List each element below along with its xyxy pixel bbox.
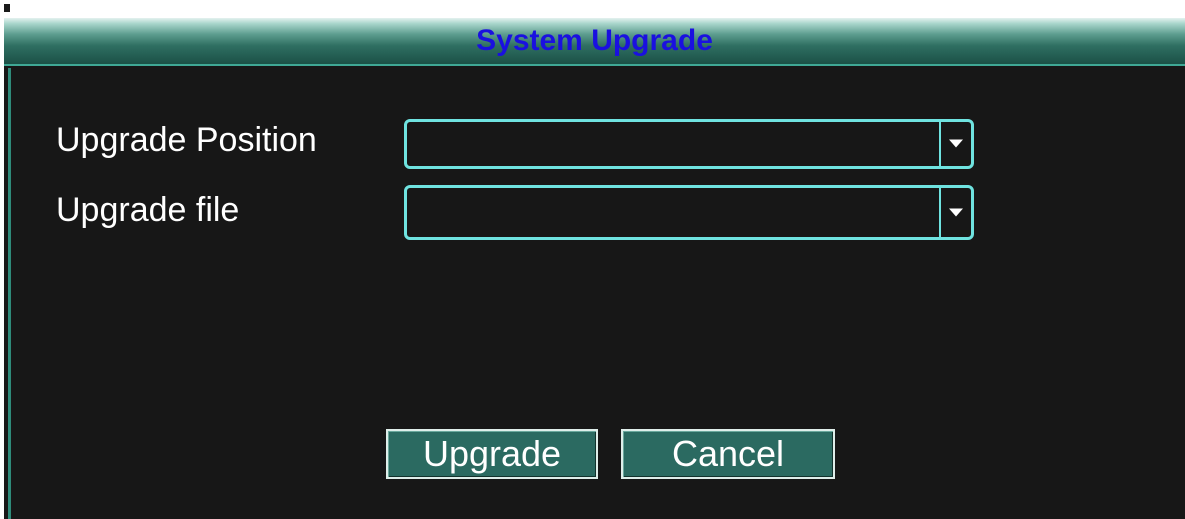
dialog-title: System Upgrade — [476, 24, 713, 57]
cancel-button[interactable]: Cancel — [621, 429, 835, 479]
upgrade-position-select[interactable] — [404, 119, 974, 169]
dialog-left-border — [8, 68, 11, 519]
chevron-down-icon — [949, 208, 963, 216]
upgrade-file-label: Upgrade file — [56, 191, 240, 229]
upgrade-file-dropdown-button[interactable] — [939, 188, 971, 237]
upgrade-position-dropdown-button[interactable] — [939, 122, 971, 166]
upgrade-position-label: Upgrade Position — [56, 121, 317, 159]
upgrade-file-select[interactable] — [404, 185, 974, 240]
window-corner-mark — [4, 4, 10, 12]
system-upgrade-dialog: System Upgrade Upgrade Position Upgrade … — [4, 18, 1185, 519]
upgrade-button[interactable]: Upgrade — [386, 429, 598, 479]
chevron-down-icon — [949, 139, 963, 148]
dialog-titlebar: System Upgrade — [4, 18, 1185, 66]
